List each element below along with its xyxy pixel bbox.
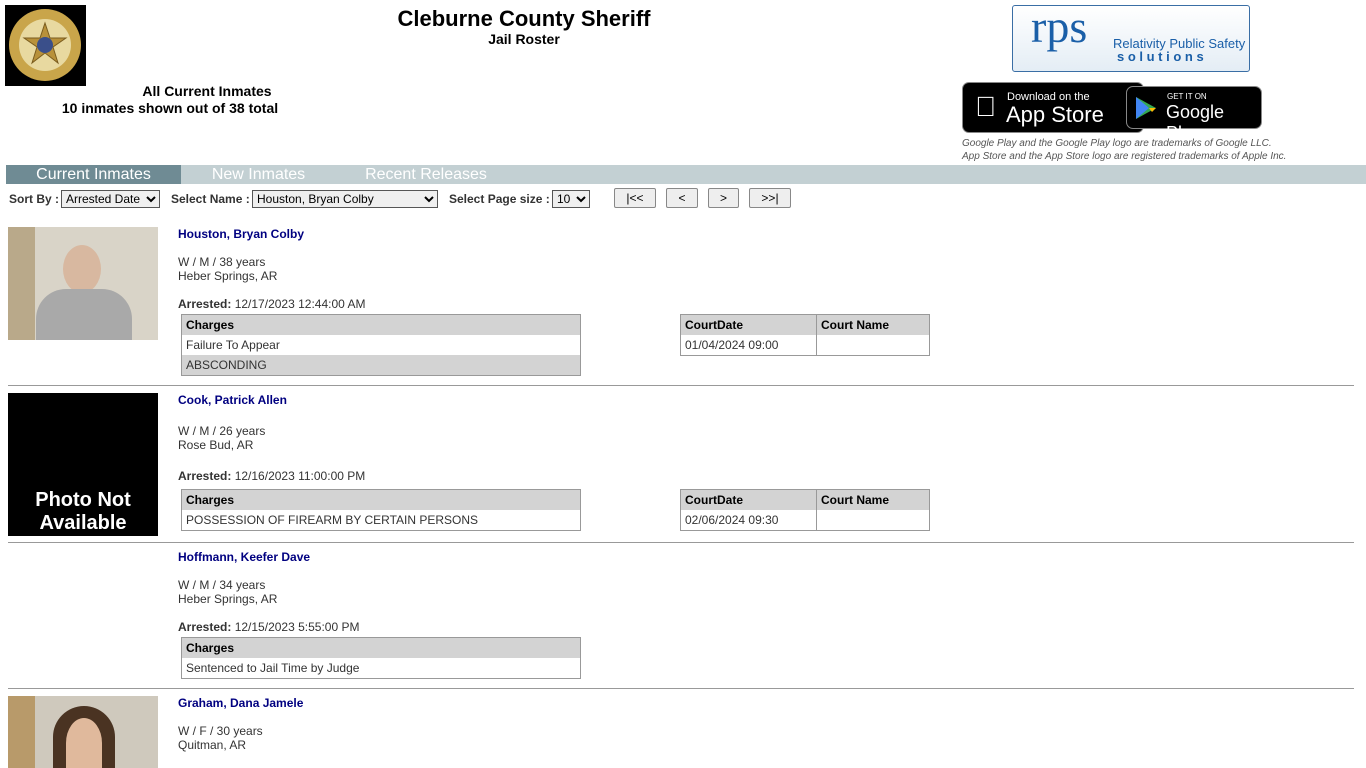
inmate-city: Quitman, AR [178,738,247,752]
charges-header: Charges [181,637,581,658]
court-date: 01/04/2024 09:00 [685,338,779,352]
charges-header: Charges [181,314,581,335]
summary-title: All Current Inmates [142,83,272,99]
divider [8,385,1354,386]
prev-page-button[interactable]: < [666,188,698,208]
inmate-photo[interactable] [8,227,158,340]
court-name-header: Court Name [816,489,930,510]
arrested-label: Arrested: [178,469,232,483]
arrest-info: Arrested: 12/17/2023 12:44:00 AM [178,297,365,311]
court-date-header: CourtDate [680,489,817,510]
inmate-demographics: W / M / 38 years [178,255,266,269]
divider [8,542,1354,543]
inmate-demographics: W / F / 30 years [178,724,263,738]
tab-new-inmates[interactable]: New Inmates [181,165,336,184]
arrested-date: 12/15/2023 5:55:00 PM [234,620,360,634]
charge-row: Failure To Appear [181,335,581,355]
arrested-label: Arrested: [178,620,232,634]
inmate-name[interactable]: Graham, Dana Jamele [178,696,303,710]
arrested-date: 12/17/2023 12:44:00 AM [234,297,366,311]
page-size-select[interactable]: 10 [552,190,590,208]
page-title: Cleburne County Sheriff [397,6,651,31]
next-page-button[interactable]: > [708,188,739,208]
court-table: CourtDate Court Name 01/04/2024 09:00 [680,314,930,356]
charge-row: ABSCONDING [181,355,581,376]
court-name-header: Court Name [816,314,930,335]
inmate-name[interactable]: Houston, Bryan Colby [178,227,304,241]
charge-row: Sentenced to Jail Time by Judge [181,658,581,679]
tab-current-inmates[interactable]: Current Inmates [6,165,181,184]
arrest-info: Arrested: 12/15/2023 5:55:00 PM [178,620,359,634]
court-date-header: CourtDate [680,314,817,335]
first-page-button[interactable]: |<< [614,188,656,208]
court-table: CourtDate Court Name 02/06/2024 09:30 [680,489,930,531]
inmate-photo[interactable] [8,696,158,768]
sort-select[interactable]: Arrested Date [61,190,160,208]
rps-tagline-2: s o l u t i o n s [1117,49,1204,64]
charges-table: Charges Failure To Appear ABSCONDING [181,314,581,376]
arrested-label: Arrested: [178,297,232,311]
photo-not-available[interactable]: Photo Not Available [8,393,158,536]
gplay-small-text: GET IT ON [1167,92,1207,101]
tab-recent-releases[interactable]: Recent Releases [336,165,516,184]
charges-table: Charges POSSESSION OF FIREARM BY CERTAIN… [181,489,581,531]
rps-logo-text: rps [1031,1,1088,52]
appstore-big-text: App Store [1006,102,1104,127]
summary-count: 10 inmates shown out of 38 total [61,100,279,116]
inmate-city: Heber Springs, AR [178,592,278,606]
rps-logo[interactable]: rps Relativity Public Safety s o l u t i… [1012,1,1250,72]
trademark-apple: App Store and the App Store logo are reg… [962,151,1287,162]
inmate-city: Heber Springs, AR [178,269,278,283]
name-label: Select Name : [171,192,250,206]
sheriff-seal-logo [5,5,86,86]
inmate-demographics: W / M / 34 years [178,578,266,592]
court-name [816,335,930,356]
arrested-date: 12/16/2023 11:00:00 PM [234,469,366,483]
google-play-badge[interactable]: GET IT ON Google Play [1126,86,1262,143]
google-play-icon [1136,97,1156,119]
tab-bar: Current Inmates New Inmates Recent Relea… [6,165,1366,184]
trademark-google: Google Play and the Google Play logo are… [962,138,1272,149]
last-page-button[interactable]: >>| [749,188,791,208]
page-size-label: Select Page size : [449,192,550,206]
name-select[interactable]: Houston, Bryan Colby [252,190,438,208]
inmate-city: Rose Bud, AR [178,438,254,452]
inmate-name[interactable]: Hoffmann, Keefer Dave [178,550,310,564]
court-date: 02/06/2024 09:30 [685,513,779,527]
app-store-badge[interactable]:  Download on the App Store [962,82,1144,133]
charges-header: Charges [181,489,581,510]
charge-row: POSSESSION OF FIREARM BY CERTAIN PERSONS [181,510,581,531]
arrest-info: Arrested: 12/16/2023 11:00:00 PM [178,469,365,483]
no-photo-text: Photo Not Available [35,489,131,534]
page-subtitle: Jail Roster [488,31,560,47]
charges-table: Charges Sentenced to Jail Time by Judge [181,637,581,679]
apple-icon:  [975,91,996,123]
inmate-demographics: W / M / 26 years [178,424,266,438]
court-name [816,510,930,531]
divider [8,688,1354,689]
sort-label: Sort By : [9,192,60,206]
inmate-name[interactable]: Cook, Patrick Allen [178,393,287,407]
